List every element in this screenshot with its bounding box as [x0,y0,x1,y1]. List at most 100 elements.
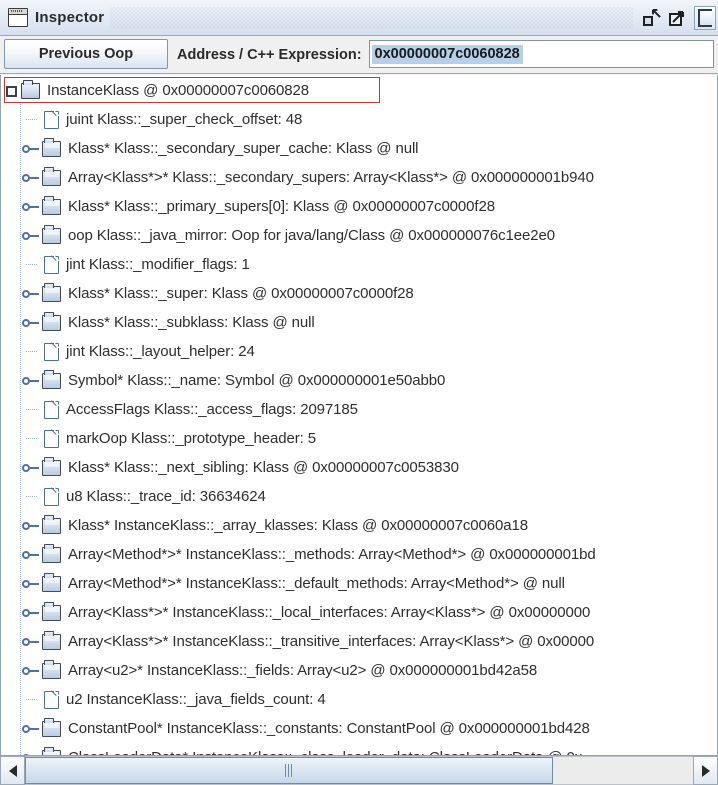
tree-row[interactable]: u8 Klass::_trace_id: 36634624 [1,482,717,511]
expand-handle-icon[interactable] [21,313,41,333]
tree-row-label: markOop Klass::_prototype_header: 5 [66,430,316,447]
tree-row[interactable]: markOop Klass::_prototype_header: 5 [1,424,717,453]
tree-row[interactable]: Array<Klass*>* InstanceKlass::_transitiv… [1,627,717,656]
tree-row[interactable]: Array<Klass*>* Klass::_secondary_supers:… [1,163,717,192]
leaf-connector-icon [21,487,41,507]
address-input[interactable]: 0x00000007c0060828 [368,40,714,68]
expand-handle-icon[interactable] [21,748,41,755]
tree-root-row[interactable]: InstanceKlass @ 0x00000007c0060828 [1,76,717,105]
collapse-handle[interactable] [6,81,19,101]
inspector-toolbar: Previous Oop Address / C++ Expression: 0… [0,36,718,74]
window-titlebar: Inspector [0,0,718,36]
tree-row-label: u2 InstanceKlass::_java_fields_count: 4 [66,691,326,708]
tree-row[interactable]: Symbol* Klass::_name: Symbol @ 0x0000000… [1,366,717,395]
tree-row[interactable]: Klass* Klass::_secondary_super_cache: Kl… [1,134,717,163]
tree-row[interactable]: juint Klass::_super_check_offset: 48 [1,105,717,134]
expand-handle-icon[interactable] [21,197,41,217]
tree-row[interactable]: Array<Method*>* InstanceKlass::_methods:… [1,540,717,569]
tree-row[interactable]: Array<Method*>* InstanceKlass::_default_… [1,569,717,598]
document-icon [44,487,60,506]
leaf-connector-icon [21,690,41,710]
folder-open-icon [21,79,40,99]
extra-window-button[interactable] [694,5,716,30]
restore-icon [643,8,661,27]
arrow-right-icon [701,764,710,777]
scroll-left-button[interactable] [0,756,25,785]
leaf-connector-icon [21,400,41,420]
address-label: Address / C++ Expression: [177,46,362,63]
document-icon [44,342,60,361]
expand-handle-icon[interactable] [21,284,41,304]
titlebar-texture [110,6,633,29]
expand-handle-icon[interactable] [21,139,41,159]
folder-icon [42,166,61,186]
tree-root-label: InstanceKlass @ 0x00000007c0060828 [47,82,310,99]
tree-row[interactable]: Array<Klass*>* InstanceKlass::_local_int… [1,598,717,627]
folder-icon [42,137,61,157]
tree-row[interactable]: Klass* Klass::_primary_supers[0]: Klass … [1,192,717,221]
expand-handle-icon[interactable] [21,168,41,188]
document-icon [44,110,60,129]
folder-icon [42,456,61,476]
tree-row[interactable]: Klass* Klass::_next_sibling: Klass @ 0x0… [1,453,717,482]
tree-row[interactable]: Klass* InstanceKlass::_array_klasses: Kl… [1,511,717,540]
tree-rows: juint Klass::_super_check_offset: 48Klas… [1,105,717,755]
maximize-icon [669,9,687,27]
tree-row-label: jint Klass::_modifier_flags: 1 [66,256,250,273]
inspector-tree: InstanceKlass @ 0x00000007c0060828 juint… [1,75,717,755]
expand-handle-icon[interactable] [21,719,41,739]
leaf-connector-icon [21,110,41,130]
folder-icon [42,195,61,215]
document-icon [44,429,60,448]
leaf-connector-icon [21,429,41,449]
folder-icon [42,224,61,244]
tree-row[interactable]: AccessFlags Klass::_access_flags: 209718… [1,395,717,424]
expand-handle-icon[interactable] [21,574,41,594]
tree-row[interactable]: Klass* Klass::_subklass: Klass @ null [1,308,717,337]
folder-icon [42,630,61,650]
tree-row-label: Array<u2>* InstanceKlass::_fields: Array… [68,662,538,679]
expand-handle-icon[interactable] [21,371,41,391]
expand-handle-icon[interactable] [21,603,41,623]
arrow-up-left-icon [652,8,661,18]
tree-row[interactable]: oop Klass::_java_mirror: Oop for java/la… [1,221,717,250]
expand-handle-icon[interactable] [21,661,41,681]
tree-row-label: Klass* Klass::_secondary_super_cache: Kl… [68,140,419,157]
maximize-button[interactable] [665,3,691,33]
tree-row[interactable]: jint Klass::_modifier_flags: 1 [1,250,717,279]
inspector-window: Inspector Previous Oop Address / C++ Exp… [0,0,718,785]
tree-row-label: Array<Method*>* InstanceKlass::_default_… [68,575,565,592]
tree-row[interactable]: ClassLoaderData* InstanceKlass::_class_l… [1,743,717,755]
horizontal-scrollbar[interactable] [0,755,718,785]
tree-row-label: Klass* Klass::_next_sibling: Klass @ 0x0… [68,459,459,476]
tree-row-label: Array<Klass*>* InstanceKlass::_local_int… [68,604,591,621]
expand-handle-icon[interactable] [21,226,41,246]
leaf-connector-icon [21,255,41,275]
arrow-left-icon [8,764,17,777]
expand-handle-icon[interactable] [21,632,41,652]
scroll-right-button[interactable] [693,756,718,785]
tree-row-label: AccessFlags Klass::_access_flags: 209718… [66,401,358,418]
expand-handle-icon[interactable] [21,545,41,565]
restore-button[interactable] [639,3,665,33]
tree-row-label: Klass* InstanceKlass::_array_klasses: Kl… [68,517,528,534]
tree-row-label: juint Klass::_super_check_offset: 48 [66,111,303,128]
tree-row[interactable]: ConstantPool* InstanceKlass::_constants:… [1,714,717,743]
tree-row-label: oop Klass::_java_mirror: Oop for java/la… [68,227,555,244]
scrollbar-track[interactable] [25,756,693,785]
address-input-value: 0x00000007c0060828 [371,44,523,64]
tree-row-label: Klass* Klass::_subklass: Klass @ null [68,314,315,331]
tree-row[interactable]: u2 InstanceKlass::_java_fields_count: 4 [1,685,717,714]
expand-handle-icon[interactable] [21,458,41,478]
tree-row[interactable]: Array<u2>* InstanceKlass::_fields: Array… [1,656,717,685]
previous-oop-button[interactable]: Previous Oop [4,39,168,69]
window-title: Inspector [35,9,105,26]
document-icon [44,255,60,274]
expand-handle-icon[interactable] [21,516,41,536]
tree-row[interactable]: jint Klass::_layout_helper: 24 [1,337,717,366]
tree-row-label: u8 Klass::_trace_id: 36634624 [66,488,266,505]
tree-row-label: jint Klass::_layout_helper: 24 [66,343,255,360]
tree-row[interactable]: Klass* Klass::_super: Klass @ 0x00000007… [1,279,717,308]
scrollbar-thumb[interactable] [25,757,553,784]
inspector-tree-panel[interactable]: InstanceKlass @ 0x00000007c0060828 juint… [0,75,718,755]
